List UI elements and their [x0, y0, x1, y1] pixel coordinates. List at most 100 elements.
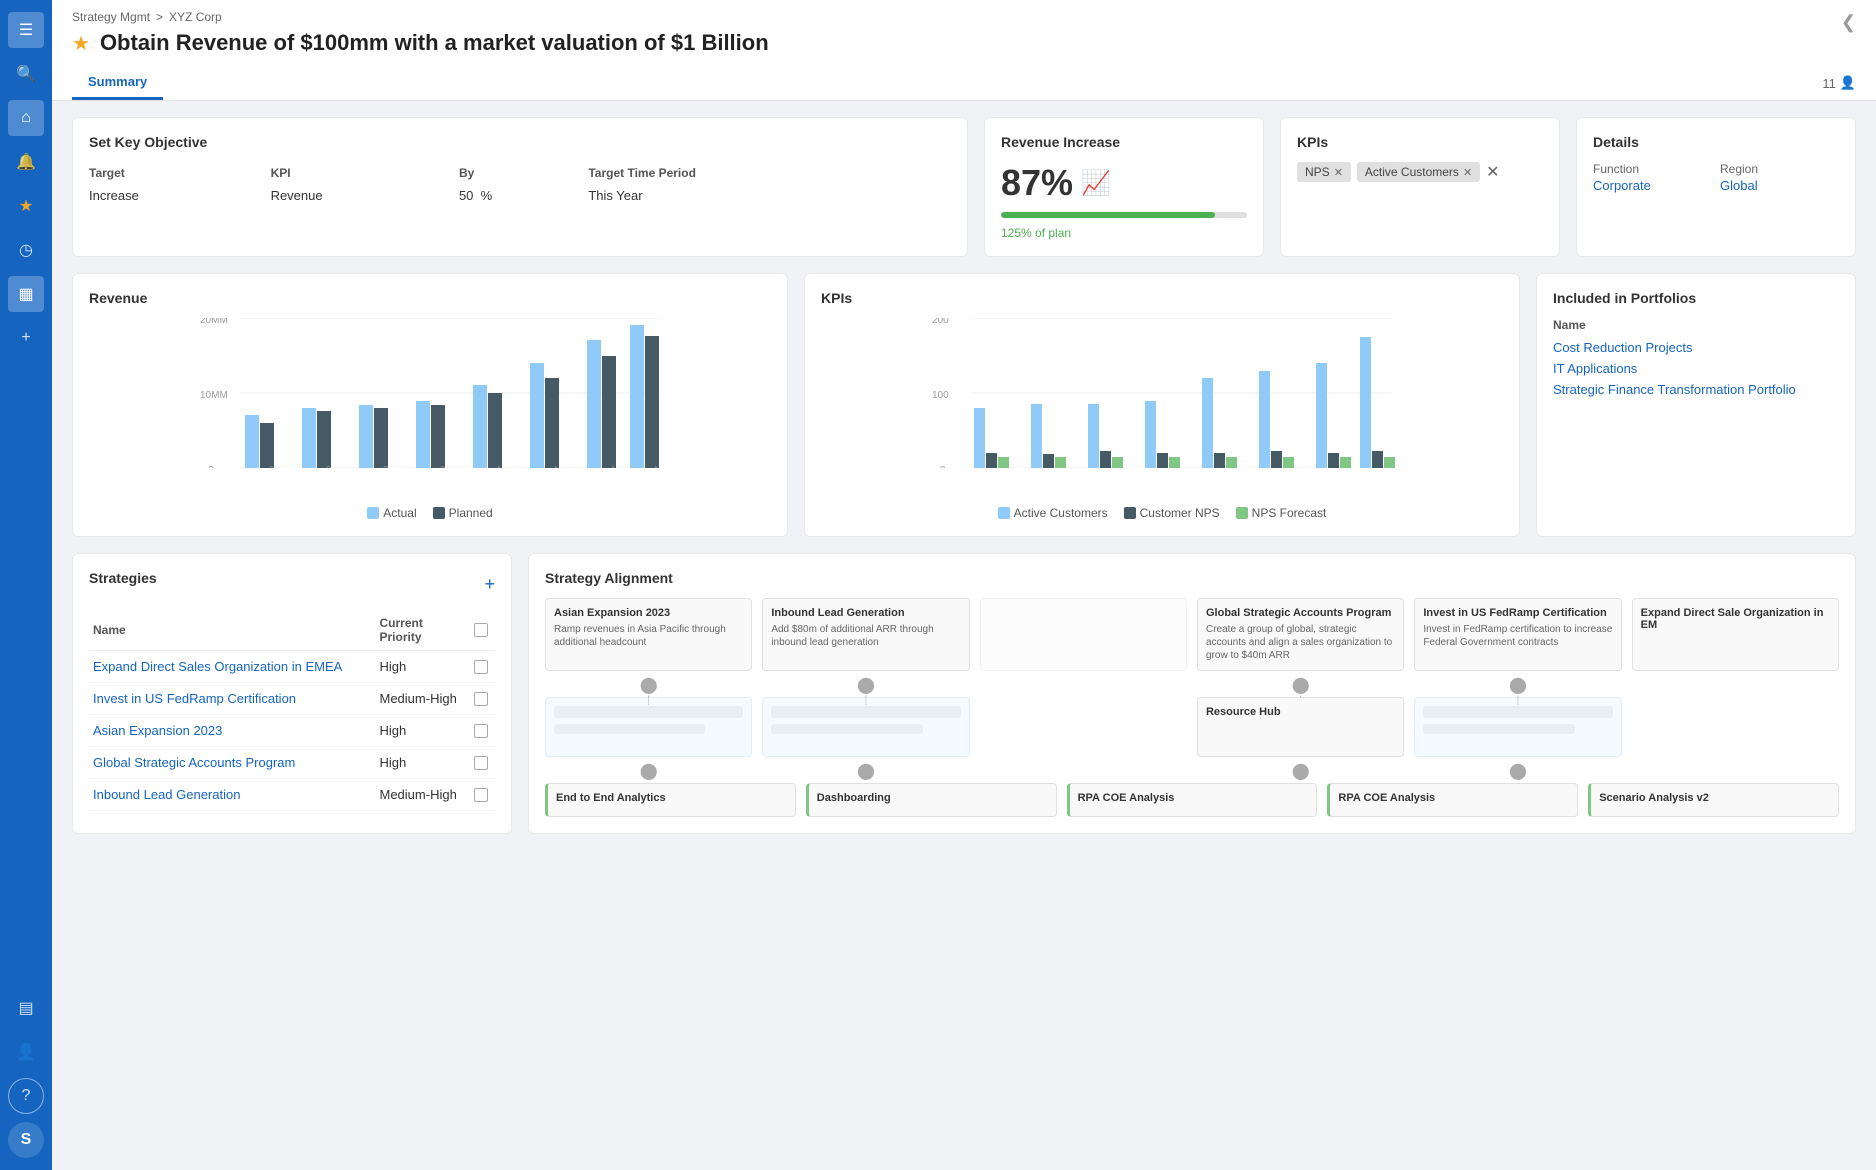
portfolio-item-2[interactable]: Strategic Finance Transformation Portfol…	[1553, 382, 1839, 397]
strategy-name-4[interactable]: Inbound Lead Generation	[93, 787, 240, 802]
legend-forecast-label: NPS Forecast	[1252, 506, 1327, 520]
portfolio-item-0[interactable]: Cost Reduction Projects	[1553, 340, 1839, 355]
strategy-name-3[interactable]: Global Strategic Accounts Program	[93, 755, 295, 770]
user-icon: 👤	[1840, 75, 1856, 91]
strategy-priority-3: High	[376, 747, 471, 779]
clock-icon[interactable]: ◷	[8, 232, 44, 268]
help-icon[interactable]: ?	[8, 1078, 44, 1114]
strategy-name-1[interactable]: Invest in US FedRamp Certification	[93, 691, 296, 706]
strategy-row-3: Global Strategic Accounts Program High	[89, 747, 495, 779]
content-area: Set Key Objective Target KPI By Target T…	[52, 101, 1876, 1170]
revenue-increase-bar	[1001, 212, 1247, 218]
breadcrumb-strategy[interactable]: Strategy Mgmt	[72, 10, 150, 24]
svg-text:200: 200	[932, 318, 949, 326]
strategy-name-0[interactable]: Expand Direct Sales Organization in EMEA	[93, 659, 342, 674]
alignment-box-0-4-desc: Invest in FedRamp certification to incre…	[1423, 623, 1612, 649]
portfolio-list: Cost Reduction Projects IT Applications …	[1553, 340, 1839, 397]
alignment-box-0-0-desc: Ramp revenues in Asia Pacific through ad…	[554, 623, 743, 649]
kpis-chart-area: 200 100 0	[821, 318, 1503, 498]
revenue-chart-area: 20MM 10MM 0	[89, 318, 771, 498]
tab-summary[interactable]: Summary	[72, 66, 163, 100]
strategies-table: Name CurrentPriority Expand Direct Sales…	[89, 610, 495, 811]
portfolio-item-1[interactable]: IT Applications	[1553, 361, 1839, 376]
revenue-chart-svg: 20MM 10MM 0	[89, 318, 771, 468]
alignment-box-1-3: Resource Hub	[1197, 697, 1404, 757]
objective-title: Set Key Objective	[89, 134, 951, 150]
kpi-tag-active-customers: Active Customers ✕	[1357, 162, 1480, 182]
alignment-scenario-analysis-title: Scenario Analysis v2	[1599, 792, 1830, 804]
kpi-nps-close[interactable]: ✕	[1334, 166, 1343, 179]
col-priority: CurrentPriority	[376, 610, 471, 651]
grid-icon[interactable]: ▦	[8, 276, 44, 312]
star-icon[interactable]: ★	[8, 188, 44, 224]
search-icon[interactable]: 🔍	[8, 56, 44, 92]
rev-bar-planned-3	[431, 405, 445, 468]
strategy-checkbox-1[interactable]	[474, 692, 488, 706]
home-icon[interactable]: ⌂	[8, 100, 44, 136]
strategy-priority-2: High	[376, 715, 471, 747]
alignment-box-0-1-title: Inbound Lead Generation	[771, 607, 960, 619]
col-checkbox	[470, 610, 495, 651]
legend-customer-nps: Customer NPS	[1124, 506, 1220, 520]
alignment-row-1: Resource Hub	[545, 697, 1839, 757]
strategy-checkbox-3[interactable]	[474, 756, 488, 770]
strategies-add-button[interactable]: +	[484, 574, 495, 595]
alignment-box-0-3: Global Strategic Accounts Program Create…	[1197, 598, 1404, 671]
kpi-nps-label: NPS	[1305, 165, 1330, 179]
bottom-row: Strategies + Name CurrentPriority Expand…	[72, 553, 1856, 834]
bell-icon[interactable]: 🔔	[8, 144, 44, 180]
top-cards-row: Set Key Objective Target KPI By Target T…	[72, 117, 1856, 257]
details-region-col: Region Global	[1720, 162, 1839, 193]
favorite-star-icon[interactable]: ★	[72, 31, 90, 56]
table-icon[interactable]: ▤	[8, 990, 44, 1026]
alignment-box-0-1-desc: Add $80m of additional ARR through inbou…	[771, 623, 960, 649]
select-all-checkbox[interactable]	[474, 623, 488, 637]
strategy-priority-4: Medium-High	[376, 779, 471, 811]
user-count-number: 11	[1822, 76, 1836, 91]
menu-icon[interactable]: ☰	[8, 12, 44, 48]
kpi-active-close[interactable]: ✕	[1463, 166, 1472, 179]
nav-back-icon[interactable]: ❮	[1841, 12, 1856, 33]
alignment-box-2-3: RPA COE Analysis	[1327, 783, 1578, 817]
obj-target: Increase	[89, 184, 271, 207]
alignment-box-0-2	[980, 598, 1187, 671]
obj-row: Increase Revenue 50 % This Year	[89, 184, 951, 207]
strategy-checkbox-2[interactable]	[474, 724, 488, 738]
revenue-increase-title: Revenue Increase	[1001, 134, 1247, 150]
revenue-increase-label: 125% of plan	[1001, 226, 1247, 240]
details-function-label: Function	[1593, 162, 1712, 176]
details-function-value[interactable]: Corporate	[1593, 178, 1712, 193]
strategy-checkbox-4[interactable]	[474, 788, 488, 802]
svg-text:100: 100	[932, 390, 949, 401]
strategies-table-header: Name CurrentPriority	[89, 610, 495, 651]
legend-planned-label: Planned	[449, 506, 493, 520]
alignment-scroll[interactable]: Asian Expansion 2023 Ramp revenues in As…	[545, 598, 1839, 817]
rev-bar-planned-0	[260, 423, 274, 468]
alignment-resource-hub-title: Resource Hub	[1206, 706, 1395, 718]
breadcrumb-corp[interactable]: XYZ Corp	[169, 10, 222, 24]
strategies-header: Strategies +	[89, 570, 495, 598]
alignment-box-1-1	[762, 697, 969, 757]
alignment-box-1-0	[545, 697, 752, 757]
plus-icon[interactable]: +	[8, 320, 44, 356]
alignment-box-2-2: RPA COE Analysis	[1067, 783, 1318, 817]
legend-active-customers: Active Customers	[998, 506, 1108, 520]
portfolios-card: Included in Portfolios Name Cost Reducti…	[1536, 273, 1856, 537]
col-name: Name	[89, 610, 376, 651]
user-count: 11 👤	[1822, 75, 1856, 91]
strategy-name-2[interactable]: Asian Expansion 2023	[93, 723, 222, 738]
dollar-icon[interactable]: S	[8, 1122, 44, 1158]
details-card: Details Function Corporate Region Global	[1576, 117, 1856, 257]
alignment-row-0: Asian Expansion 2023 Ramp revenues in As…	[545, 598, 1839, 671]
rev-bar-actual-2	[359, 405, 373, 468]
details-region-value[interactable]: Global	[1720, 178, 1839, 193]
breadcrumb: Strategy Mgmt > XYZ Corp	[72, 10, 1856, 24]
alignment-box-0-0-title: Asian Expansion 2023	[554, 607, 743, 619]
obj-period: This Year	[588, 184, 951, 207]
tabs: Summary	[72, 66, 163, 100]
strategy-checkbox-0[interactable]	[474, 660, 488, 674]
rev-bar-planned-7	[645, 336, 659, 468]
person-icon[interactable]: 👤	[8, 1034, 44, 1070]
kpi-tag-nps: NPS ✕	[1297, 162, 1351, 182]
kpi-add-button[interactable]: ✕	[1486, 162, 1499, 182]
